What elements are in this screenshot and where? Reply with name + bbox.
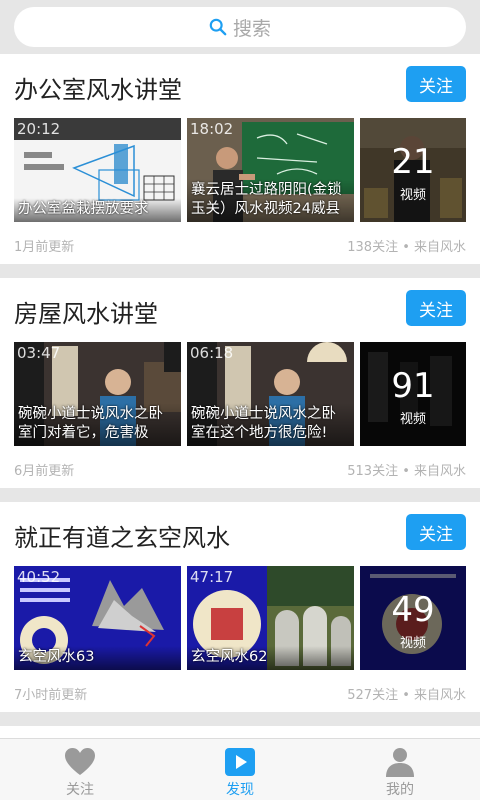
video-thumbnail[interactable]: 03:47 碗碗小道士说风水之卧室门对着它，危害极: [14, 342, 181, 446]
video-thumbnail[interactable]: 20:12 办公室盆栽摆放要求: [14, 118, 181, 222]
updated-time: 7小时前更新: [14, 688, 88, 703]
channel-title[interactable]: 办公室风水讲堂: [14, 70, 182, 105]
follow-button[interactable]: 关注: [406, 514, 466, 550]
channel-stats: 527关注 • 来自风水: [347, 688, 466, 703]
video-thumbnail[interactable]: 40:52 玄空风水63: [14, 566, 181, 670]
heart-icon: [65, 748, 95, 775]
video-caption: 碗碗小道士说风水之卧室在这个地方很危险!: [187, 403, 354, 446]
video-thumbnails: 03:47 碗碗小道士说风水之卧室门对着它，危害极 06:18 碗碗小道士说风水…: [14, 342, 466, 446]
video-thumbnail[interactable]: 47:17 玄空风水62: [187, 566, 354, 670]
video-count: 91: [391, 366, 435, 406]
video-caption: 玄空风水63: [14, 646, 181, 670]
search-input[interactable]: 搜索: [14, 7, 466, 47]
video-caption: 襄云居士过路阴阳(金锁玉关）风水视频24威县: [187, 179, 354, 222]
search-icon: [209, 18, 227, 36]
tab-discover[interactable]: 发现: [160, 739, 320, 800]
video-thumbnails: 40:52 玄空风水63 47:17 玄空风水62 49 视频: [14, 566, 466, 670]
video-caption: 办公室盆栽摆放要求: [14, 198, 181, 222]
video-count-label: 视频: [399, 412, 426, 427]
video-duration: 40:52: [17, 568, 61, 586]
video-duration: 18:02: [190, 120, 234, 138]
channel-title[interactable]: 房屋风水讲堂: [14, 294, 158, 329]
follow-button[interactable]: 关注: [406, 290, 466, 326]
video-count-label: 视频: [399, 636, 426, 651]
channel-card: 办公室风水讲堂 关注 20:12 办公室盆栽摆放要求 18:02 襄云居士过路阴…: [0, 54, 480, 264]
tab-follow[interactable]: 关注: [0, 739, 160, 800]
video-duration: 20:12: [17, 120, 61, 138]
tab-label: 关注: [66, 782, 94, 798]
video-caption: 碗碗小道士说风水之卧室门对着它，危害极: [14, 403, 181, 446]
channel-stats: 513关注 • 来自风水: [347, 464, 466, 479]
video-duration: 03:47: [17, 344, 61, 362]
video-count: 21: [391, 142, 435, 182]
tab-profile[interactable]: 我的: [320, 739, 480, 800]
channel-stats: 138关注 • 来自风水: [347, 240, 466, 255]
more-videos-tile[interactable]: 91 视频: [360, 342, 466, 446]
channel-card: 就正有道之玄空风水 关注 40:52 玄空风水63 47:17 玄空风水62 4…: [0, 502, 480, 712]
tab-label: 发现: [226, 782, 254, 798]
updated-time: 1月前更新: [14, 240, 75, 255]
video-duration: 47:17: [190, 568, 234, 586]
channel-title[interactable]: 就正有道之玄空风水: [14, 518, 230, 553]
video-count: 49: [391, 590, 435, 630]
channel-card: 房屋风水讲堂 关注 03:47 碗碗小道士说风水之卧室门对着它，危害极 06:1…: [0, 278, 480, 488]
search-bar-container: 搜索: [0, 0, 480, 54]
video-duration: 06:18: [190, 344, 234, 362]
updated-time: 6月前更新: [14, 464, 75, 479]
tab-label: 我的: [386, 782, 414, 798]
more-videos-tile[interactable]: 49 视频: [360, 566, 466, 670]
video-thumbnail[interactable]: 06:18 碗碗小道士说风水之卧室在这个地方很危险!: [187, 342, 354, 446]
video-thumbnails: 20:12 办公室盆栽摆放要求 18:02 襄云居士过路阴阳(金锁玉关）风水视频…: [14, 118, 466, 222]
video-thumbnail[interactable]: 18:02 襄云居士过路阴阳(金锁玉关）风水视频24威县: [187, 118, 354, 222]
person-icon: [386, 748, 414, 777]
video-count-label: 视频: [399, 188, 426, 203]
video-caption: 玄空风水62: [187, 646, 354, 670]
follow-button[interactable]: 关注: [406, 66, 466, 102]
bottom-tab-bar: 关注 发现 我的: [0, 738, 480, 800]
play-icon: [225, 748, 255, 776]
search-placeholder: 搜索: [232, 17, 271, 40]
more-videos-tile[interactable]: 21 视频: [360, 118, 466, 222]
